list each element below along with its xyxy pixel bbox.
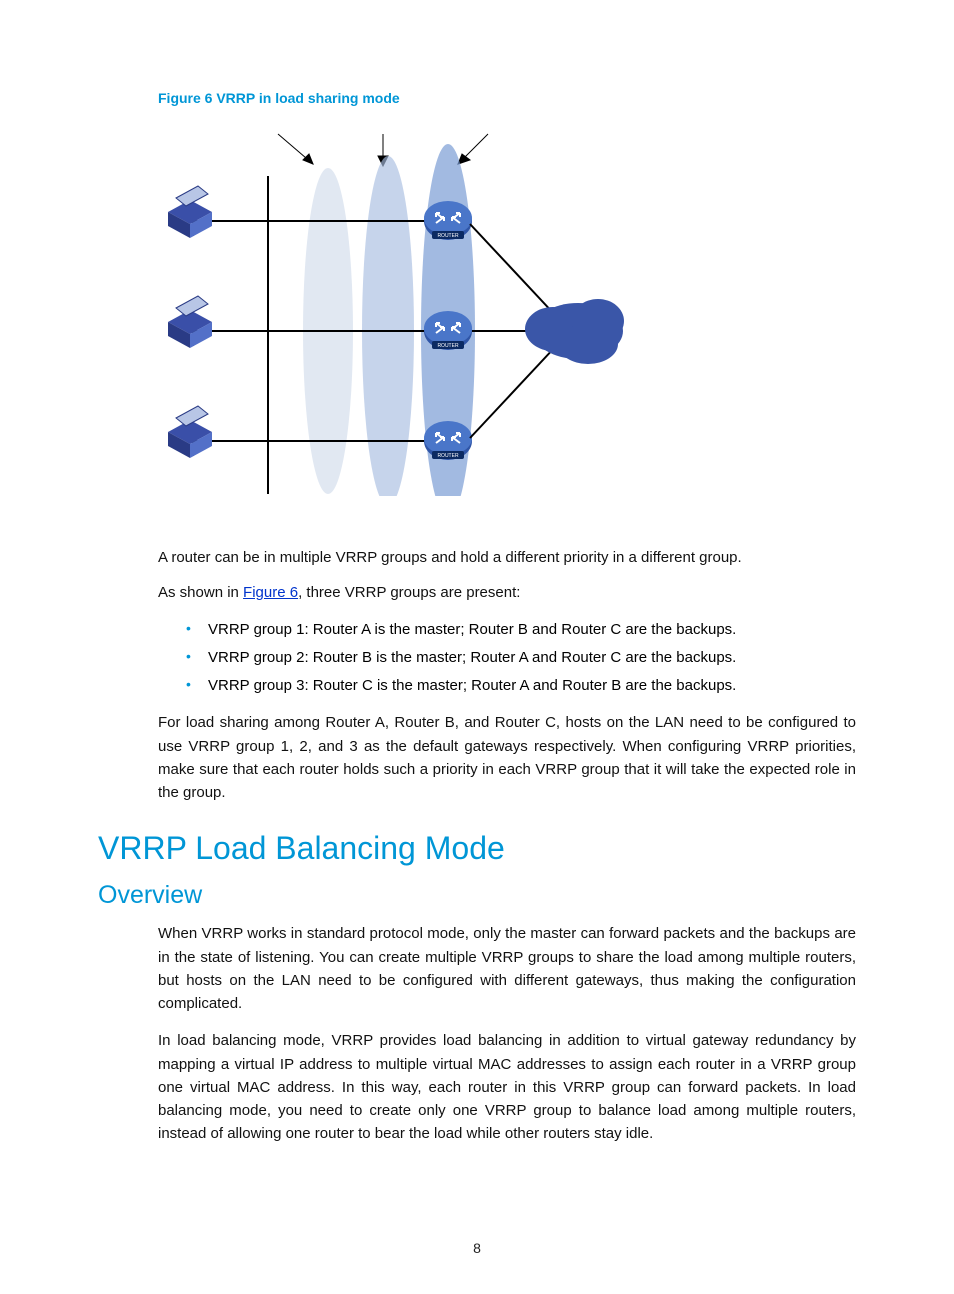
- router-icon: ROUTER: [424, 421, 472, 460]
- figure-6-diagram: ROUTER ROUTER: [158, 116, 856, 501]
- body-paragraph: For load sharing among Router A, Router …: [158, 711, 856, 804]
- figure-6-link[interactable]: Figure 6: [243, 584, 298, 601]
- router-icon: ROUTER: [424, 311, 472, 350]
- list-item: VRRP group 2: Router B is the master; Ro…: [208, 644, 856, 672]
- arrow-3-icon: [458, 134, 488, 164]
- host-icon: [168, 296, 212, 348]
- cloud-icon: [525, 299, 624, 364]
- arrow-1-icon: [278, 134, 313, 164]
- overview-paragraph-1: When VRRP works in standard protocol mod…: [158, 922, 856, 1015]
- heading-2: Overview: [98, 881, 856, 910]
- overview-paragraph-2: In load balancing mode, VRRP provides lo…: [158, 1029, 856, 1145]
- svg-text:ROUTER: ROUTER: [437, 343, 459, 349]
- figure-caption: Figure 6 VRRP in load sharing mode: [158, 90, 856, 106]
- group-2-icon: [362, 156, 414, 496]
- host-icon: [168, 406, 212, 458]
- link-line-icon: [470, 346, 556, 438]
- list-item: VRRP group 3: Router C is the master; Ro…: [208, 672, 856, 700]
- text-post-link: , three VRRP groups are present:: [298, 584, 520, 601]
- text-pre-link: As shown in: [158, 584, 243, 601]
- host-icon: [168, 186, 212, 238]
- page-number: 8: [0, 1240, 954, 1256]
- intro-paragraph: A router can be in multiple VRRP groups …: [158, 547, 856, 570]
- router-icon: ROUTER: [424, 201, 472, 240]
- vrrp-group-list: VRRP group 1: Router A is the master; Ro…: [178, 616, 856, 699]
- intro-paragraph-2: As shown in Figure 6, three VRRP groups …: [158, 582, 856, 605]
- list-item: VRRP group 1: Router A is the master; Ro…: [208, 616, 856, 644]
- svg-text:ROUTER: ROUTER: [437, 233, 459, 239]
- link-line-icon: [470, 224, 556, 316]
- svg-text:ROUTER: ROUTER: [437, 453, 459, 459]
- heading-1: VRRP Load Balancing Mode: [98, 830, 856, 867]
